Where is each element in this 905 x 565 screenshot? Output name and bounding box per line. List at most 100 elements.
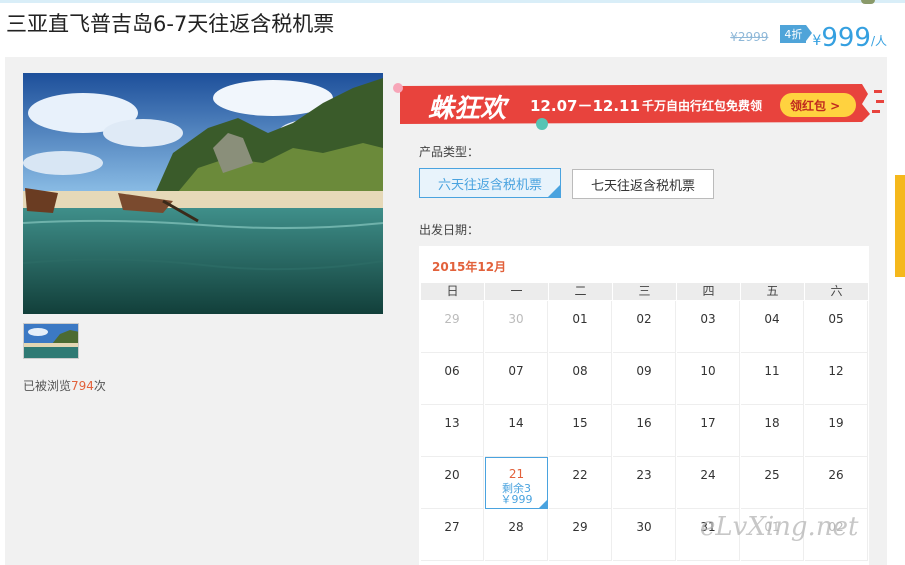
calendar-day[interactable]: 23 [613,457,676,509]
calendar-day[interactable]: 03 [677,301,740,353]
weekday-label: 三 [613,283,676,300]
weekday-label: 四 [677,283,740,300]
day-number: 13 [444,416,460,430]
current-price: 999 [821,23,871,53]
day-number: 10 [700,364,716,378]
calendar-day[interactable]: 15 [549,405,612,457]
calendar-day[interactable]: 01 [549,301,612,353]
product-type-label: 产品类型： [419,145,480,159]
option-seven-day-label: 七天往返含税机票 [590,178,695,194]
calendar-day: 30 [485,301,548,353]
day-number: 05 [828,312,844,326]
day-number: 01 [572,312,588,326]
day-number: 02 [636,312,652,326]
top-border [0,0,905,3]
day-number: 17 [700,416,716,430]
page-title: 三亚直飞普吉岛6-7天往返含税机票 [6,12,335,36]
day-number: 03 [700,312,716,326]
calendar-day: 29 [421,301,484,353]
day-number: 24 [700,468,716,482]
selected-corner-icon [539,500,547,508]
day-number: 23 [636,468,652,482]
day-number: 15 [572,416,588,430]
option-six-day[interactable]: 六天往返含税机票 [419,168,561,198]
day-number: 22 [572,468,588,482]
day-number: 04 [764,312,780,326]
banner-dates: 12.07－12.11 [530,97,640,115]
day-number: 27 [444,520,460,534]
calendar-day[interactable]: 05 [805,301,868,353]
calendar-day[interactable]: 29 [549,509,612,561]
day-number: 26 [828,468,844,482]
day-number: 09 [636,364,652,378]
views-number: 794 [71,379,94,393]
header-decoration [861,0,875,4]
banner-brand: 蛛狂欢 [428,94,507,124]
departure-date-label: 出发日期： [419,223,480,237]
weekday-label: 五 [741,283,804,300]
calendar-day[interactable]: 13 [421,405,484,457]
calendar-day[interactable]: 07 [485,353,548,405]
side-float-tab[interactable] [895,175,905,277]
day-number: 16 [636,416,652,430]
option-six-day-label: 六天往返含税机票 [437,177,542,193]
calendar-day[interactable]: 10 [677,353,740,405]
calendar-day[interactable]: 04 [741,301,804,353]
option-seven-day[interactable]: 七天往返含税机票 [572,169,714,199]
day-price: ￥999 [500,493,533,506]
day-number: 06 [444,364,460,378]
day-number: 30 [636,520,652,534]
calendar-day[interactable]: 26 [805,457,868,509]
calendar-day[interactable]: 11 [741,353,804,405]
view-count: 已被浏览794次 [23,377,106,394]
watermark: eLvXing.net [700,512,859,542]
price-unit: /人 [870,34,887,48]
price-box: ¥2999 4折 ¥ 999 /人 [730,22,887,52]
day-number: 29 [444,312,460,326]
calendar-day[interactable]: 20 [421,457,484,509]
selected-corner-icon [548,185,560,197]
calendar-day[interactable]: 02 [613,301,676,353]
day-number: 07 [508,364,524,378]
views-prefix: 已被浏览 [23,379,72,393]
day-number: 29 [572,520,588,534]
day-number: 28 [508,520,524,534]
calendar-day[interactable]: 17 [677,405,740,457]
currency-symbol: ¥ [812,33,822,49]
views-suffix: 次 [93,379,106,393]
calendar-day[interactable]: 18 [741,405,804,457]
banner-promo: 千万自由行红包免费领 [642,99,763,113]
calendar-day[interactable]: 28 [485,509,548,561]
calendar-day-selected[interactable]: 21 剩余3 ￥999 [485,457,548,509]
calendar-day[interactable]: 22 [549,457,612,509]
calendar-day[interactable]: 12 [805,353,868,405]
calendar-day[interactable]: 16 [613,405,676,457]
weekday-label: 二 [549,283,612,300]
day-number: 21 [508,467,525,481]
weekday-label: 日 [421,283,484,300]
calendar-day[interactable]: 24 [677,457,740,509]
weekday-label: 一 [485,283,548,300]
calendar-day[interactable]: 06 [421,353,484,405]
day-number: 18 [764,416,780,430]
day-number: 08 [572,364,588,378]
calendar-day[interactable]: 27 [421,509,484,561]
old-price: ¥2999 [730,30,769,44]
day-number: 25 [764,468,780,482]
calendar-day[interactable]: 09 [613,353,676,405]
day-number: 11 [764,364,780,378]
calendar-day[interactable]: 25 [741,457,804,509]
discount-badge: 4折 [780,25,813,43]
day-number: 20 [444,468,460,482]
main-photo[interactable] [23,73,383,314]
calendar-day[interactable]: 19 [805,405,868,457]
calendar-day[interactable]: 14 [485,405,548,457]
day-number: 19 [828,416,844,430]
calendar-day[interactable]: 30 [613,509,676,561]
promo-banner[interactable]: 蛛狂欢 12.07－12.11 千万自由行红包免费领 领红包 > [392,76,884,132]
banner-claim-button[interactable]: 领红包 > [790,97,840,114]
photo-thumbnail[interactable] [23,323,79,359]
calendar-day[interactable]: 08 [549,353,612,405]
day-number: 14 [508,416,524,430]
day-number: 30 [508,312,524,326]
